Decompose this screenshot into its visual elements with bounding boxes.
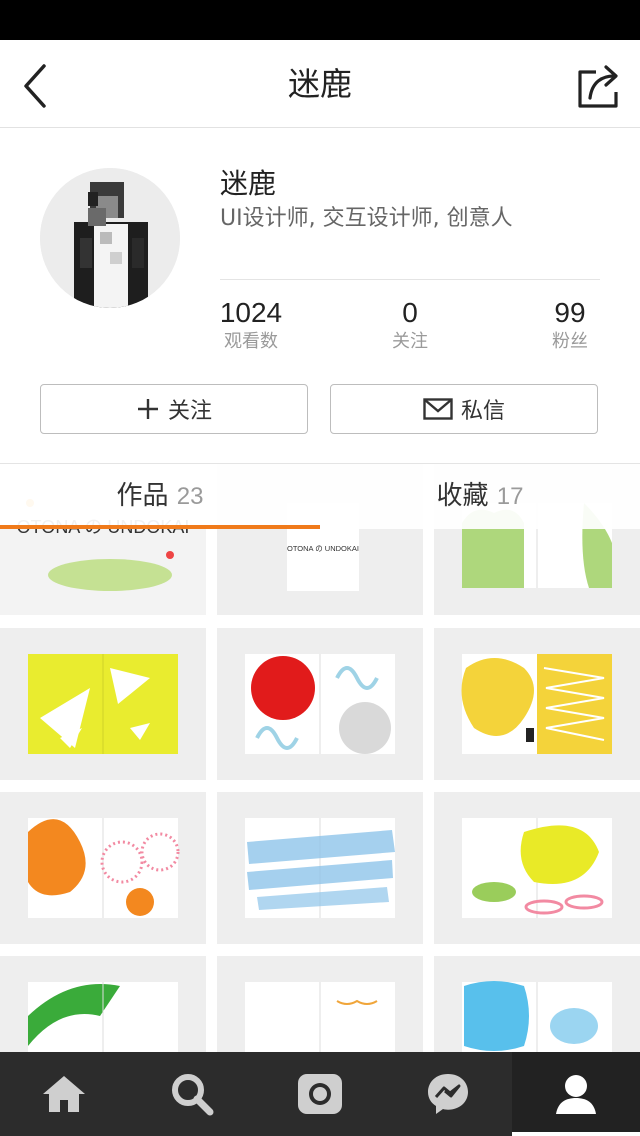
home-icon [43,1076,85,1112]
plus-icon [137,399,158,419]
camera-icon [298,1074,342,1114]
share-icon [578,65,618,108]
tab-count: 23 [176,483,204,510]
navigation-bar: 迷鹿 [0,40,640,128]
share-button[interactable] [574,60,626,112]
tab-home[interactable] [0,1052,128,1136]
work-thumbnail[interactable] [0,628,206,780]
profile-icon [556,1075,596,1114]
work-thumbnail[interactable] [217,956,423,1052]
works-grid: OTONA の UNDOKAI OTONA の UNDOKAI [0,463,640,1052]
tab-messages[interactable] [384,1052,512,1136]
stat-value: 0 [402,297,418,328]
mail-icon [423,398,453,420]
tab-profile[interactable] [512,1052,640,1136]
tab-works[interactable]: 作品 23 [0,464,320,528]
stat-followers[interactable]: 99 粉丝 [510,296,630,354]
follow-button-label: 关注 [167,399,212,424]
messenger-icon [428,1074,468,1114]
active-tab-indicator [0,525,320,529]
active-tab-line [512,1132,640,1136]
tab-label: 作品 [116,481,169,511]
stat-value: 99 [554,297,586,328]
work-thumbnail[interactable] [0,956,206,1052]
follow-button[interactable]: 关注 [40,384,308,434]
stat-label: 关注 [392,331,428,352]
message-button[interactable]: 私信 [330,384,598,434]
tab-label: 收藏 [436,481,489,511]
tab-favorites[interactable]: 收藏 17 [320,464,640,528]
profile-header: 迷鹿 UI设计师, 交互设计师, 创意人 1024 观看数 0 关注 99 粉丝… [0,128,640,463]
content-tabs: 作品 23 收藏 17 [0,463,640,529]
work-thumbnail[interactable] [217,628,423,780]
work-thumbnail[interactable] [434,792,640,944]
bottom-tab-bar [0,1052,640,1136]
tab-search[interactable] [128,1052,256,1136]
stat-label: 观看数 [224,331,278,352]
work-thumbnail[interactable] [0,792,206,944]
tab-camera[interactable] [256,1052,384,1136]
page-title: 迷鹿 [287,65,352,103]
divider [220,279,600,280]
work-thumbnail[interactable] [434,628,640,780]
stat-following[interactable]: 0 关注 [350,296,470,354]
status-bar [0,0,640,40]
work-thumbnail[interactable] [217,792,423,944]
search-icon [172,1074,214,1116]
cover-small-title: OTONA の UNDOKAI [287,544,359,553]
avatar[interactable] [40,168,180,308]
stat-value: 1024 [219,297,283,328]
work-thumbnail[interactable] [434,956,640,1052]
message-button-label: 私信 [460,399,505,424]
profile-name: 迷鹿 [220,167,277,200]
tab-count: 17 [496,483,524,510]
avatar-image [40,168,180,308]
profile-subtitle: UI设计师, 交互设计师, 创意人 [220,206,513,231]
stat-label: 粉丝 [552,331,588,352]
stat-views[interactable]: 1024 观看数 [191,296,311,354]
